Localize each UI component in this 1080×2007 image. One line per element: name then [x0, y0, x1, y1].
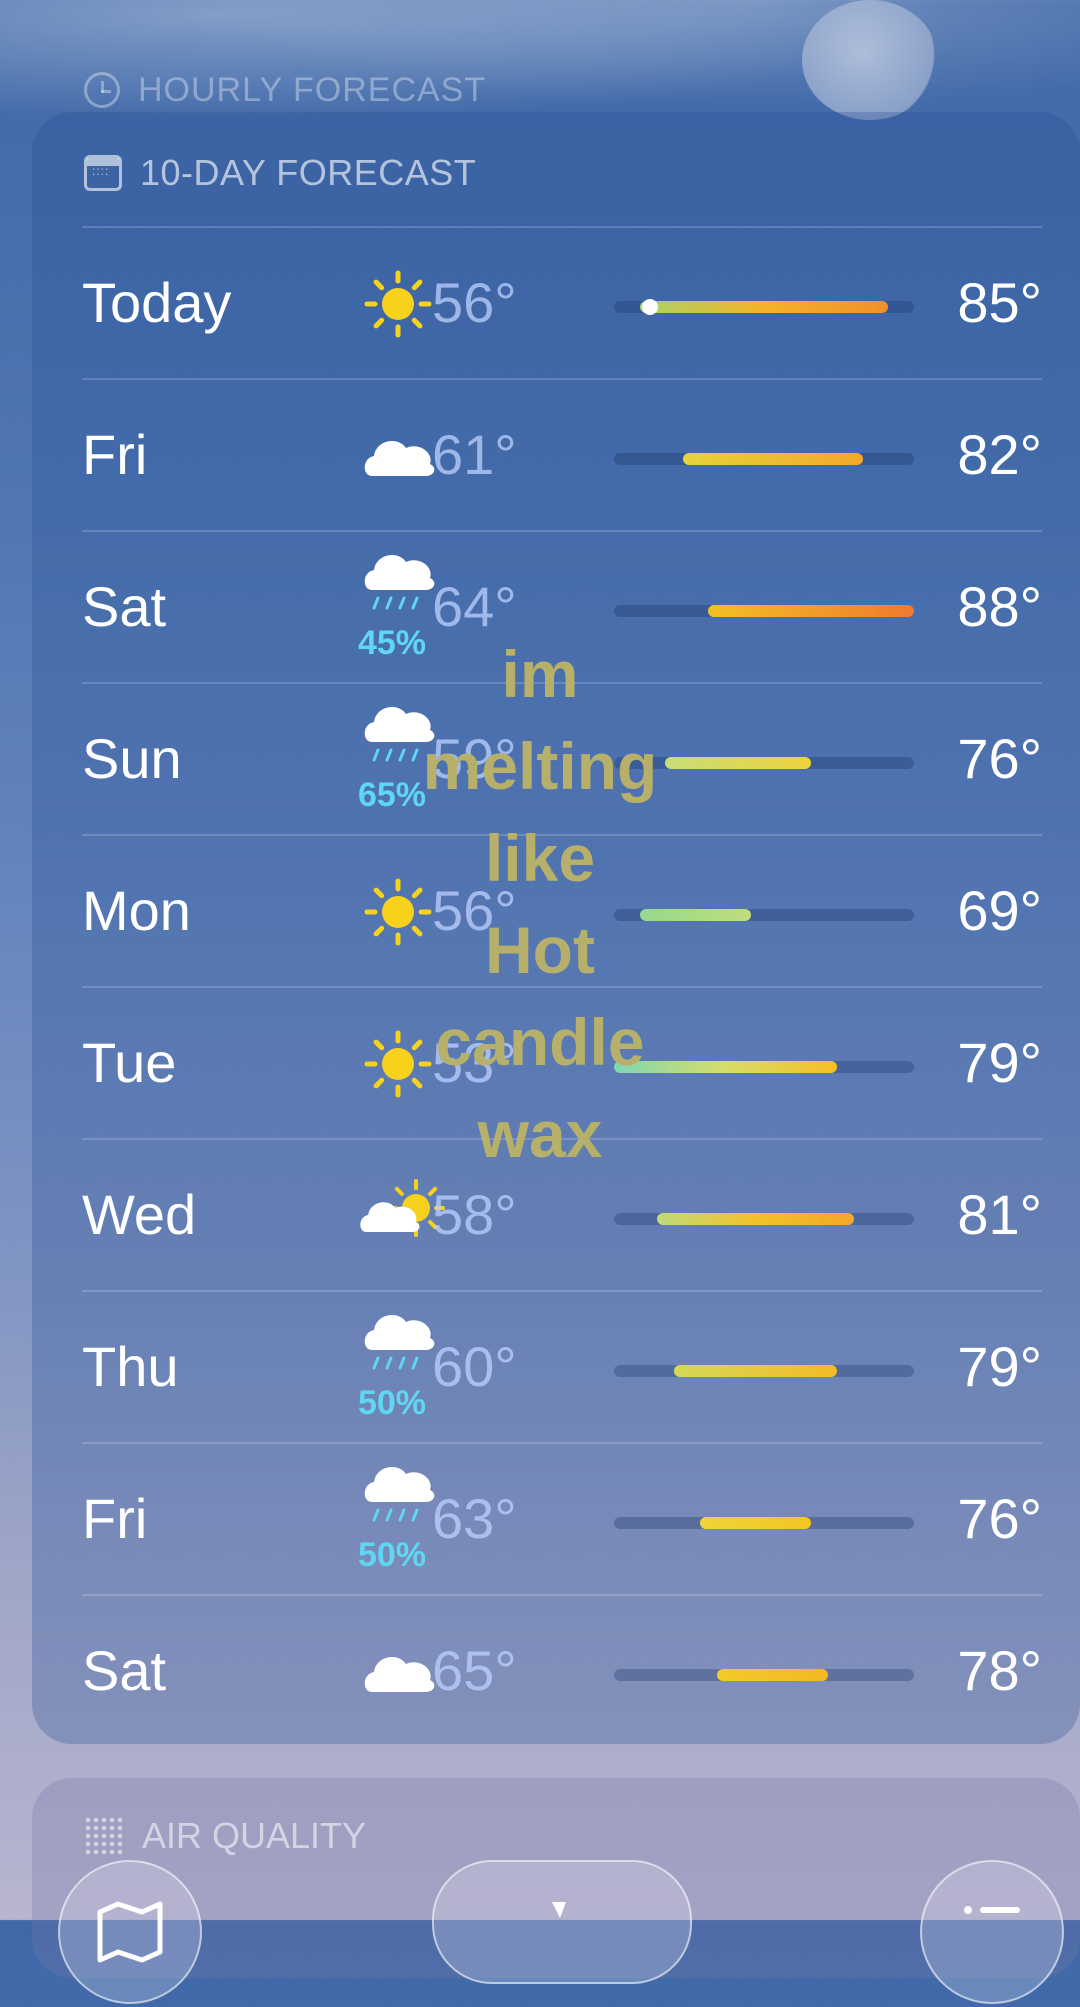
map-icon	[97, 1901, 163, 1963]
high-temp: 69°	[957, 879, 1042, 942]
temp-range-fill	[682, 453, 863, 465]
current-temp-dot	[641, 299, 658, 315]
forecast-row-9[interactable]: Sat 65° 78°	[32, 1596, 1080, 1744]
forecast-row-7[interactable]: Thu 50% 60° 79°	[32, 1292, 1080, 1444]
temp-range-fill	[656, 1213, 854, 1225]
low-temp: 58°	[432, 1183, 517, 1246]
day-label: Sat	[82, 1639, 167, 1702]
forecast-row-1[interactable]: Fri 61° 82°	[32, 380, 1080, 532]
temp-range-fill	[639, 301, 889, 313]
hourly-forecast-label: HOURLY FORECAST	[138, 70, 487, 109]
low-temp: 63°	[432, 1487, 517, 1550]
high-temp: 76°	[957, 727, 1042, 790]
day-label: Sat	[82, 575, 167, 638]
ten-day-forecast-header: 10-DAY FORECAST	[84, 148, 476, 198]
clock-icon	[84, 72, 120, 108]
overlay-line: candle	[435, 1005, 645, 1079]
calendar-icon	[84, 155, 122, 191]
hourly-forecast-header: HOURLY FORECAST	[84, 68, 486, 112]
temp-range-fill	[699, 1517, 812, 1529]
moon	[802, 0, 938, 120]
overlay-line: melting	[422, 729, 658, 803]
high-temp: 78°	[957, 1639, 1042, 1702]
temp-range-bar	[614, 453, 914, 465]
temp-range-bar	[614, 1365, 914, 1377]
ten-day-forecast-label: 10-DAY FORECAST	[140, 152, 477, 193]
day-label: Thu	[82, 1335, 179, 1398]
temp-range-bar	[614, 1213, 914, 1225]
low-temp: 56°	[432, 271, 517, 334]
high-temp: 82°	[957, 423, 1042, 486]
overlay-line: like	[484, 821, 596, 895]
day-label: Fri	[82, 423, 148, 486]
day-label: Wed	[82, 1183, 197, 1246]
high-temp: 85°	[957, 271, 1042, 334]
list-button[interactable]	[920, 1860, 1064, 2004]
day-label: Today	[82, 271, 232, 334]
overlay-line: Hot	[485, 913, 595, 987]
temp-range-fill	[708, 605, 914, 617]
overlay-line: im	[501, 637, 579, 711]
day-label: Tue	[82, 1031, 177, 1094]
air-quality-header: AIR QUALITY	[84, 1814, 366, 1858]
high-temp: 79°	[957, 1031, 1042, 1094]
forecast-row-8[interactable]: Fri 50% 63° 76°	[32, 1444, 1080, 1596]
map-button[interactable]	[58, 1860, 202, 2004]
high-temp: 88°	[957, 575, 1042, 638]
low-temp: 61°	[432, 423, 517, 486]
high-temp: 76°	[957, 1487, 1042, 1550]
temp-range-bar	[614, 1669, 914, 1681]
location-pager-button[interactable]	[432, 1860, 692, 1984]
day-label: Fri	[82, 1487, 148, 1550]
forecast-row-0[interactable]: Today 56° 85°	[32, 228, 1080, 380]
temp-range-bar	[614, 299, 914, 315]
low-temp: 65°	[432, 1639, 517, 1702]
temp-range-bar	[614, 1517, 914, 1529]
overlay-line: wax	[477, 1097, 603, 1171]
list-icon	[964, 1906, 1020, 1914]
location-arrow-icon	[552, 1902, 566, 1918]
overlay-caption: im melting like Hot candle wax	[380, 628, 700, 1180]
day-label: Mon	[82, 879, 191, 942]
day-label: Sun	[82, 727, 182, 790]
high-temp: 79°	[957, 1335, 1042, 1398]
low-temp: 60°	[432, 1335, 517, 1398]
air-quality-label: AIR QUALITY	[142, 1815, 367, 1856]
temp-range-fill	[674, 1365, 837, 1377]
high-temp: 81°	[957, 1183, 1042, 1246]
temp-range-bar	[614, 605, 914, 617]
temp-range-fill	[716, 1669, 829, 1681]
air-quality-icon	[84, 1816, 124, 1856]
